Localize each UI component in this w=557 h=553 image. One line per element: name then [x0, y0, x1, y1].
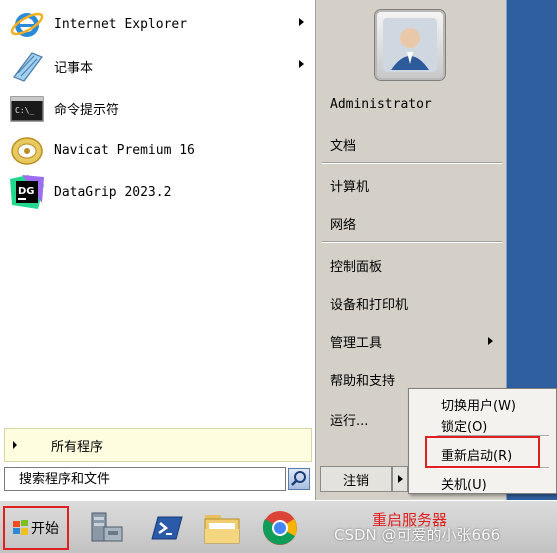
submenu-arrow-icon — [299, 60, 304, 68]
explorer-folder-icon[interactable] — [202, 509, 242, 547]
navicat-icon — [8, 131, 46, 169]
program-navicat[interactable]: Navicat Premium 16 — [8, 130, 308, 170]
lock-item[interactable]: 锁定(O) — [441, 416, 487, 435]
user-avatar[interactable] — [375, 10, 445, 80]
taskbar: 开始 重启服务器 CSDN @可爱的小张666 — [0, 500, 557, 553]
logoff-button[interactable]: 注销 — [320, 466, 392, 492]
programs-pane: Internet Explorer 记事本 C:\_ 命令提示符 Navicat… — [0, 0, 316, 500]
server-manager-icon[interactable] — [86, 509, 126, 547]
search-button[interactable] — [288, 468, 310, 490]
control-panel-link[interactable]: 控制面板 — [330, 256, 382, 275]
program-notepad[interactable]: 记事本 — [8, 46, 308, 86]
switch-user-item[interactable]: 切换用户(W) — [441, 395, 516, 414]
cmd-icon: C:\_ — [8, 89, 46, 127]
documents-link[interactable]: 文档 — [330, 135, 356, 154]
program-cmd[interactable]: C:\_ 命令提示符 — [8, 88, 308, 128]
ie-icon — [8, 5, 46, 43]
shutdown-options-button[interactable] — [392, 466, 408, 492]
program-label: DataGrip 2023.2 — [54, 184, 172, 200]
start-label: 开始 — [31, 521, 59, 537]
search-icon — [291, 471, 306, 486]
svg-text:DG: DG — [18, 186, 35, 197]
admin-tools-link[interactable]: 管理工具 — [330, 332, 382, 351]
start-menu: Internet Explorer 记事本 C:\_ 命令提示符 Navicat… — [0, 0, 557, 500]
divider — [322, 162, 502, 164]
powershell-icon[interactable] — [146, 509, 186, 547]
program-label: 记事本 — [54, 60, 94, 76]
submenu-arrow-icon — [488, 337, 493, 345]
all-programs-button[interactable]: 所有程序 — [4, 428, 312, 462]
search-bar — [4, 466, 312, 492]
start-button[interactable]: 开始 — [3, 506, 69, 550]
network-link[interactable]: 网络 — [330, 214, 356, 233]
restart-highlight-box — [425, 436, 540, 468]
program-internet-explorer[interactable]: Internet Explorer — [8, 4, 308, 44]
computer-link[interactable]: 计算机 — [330, 176, 369, 195]
program-label: Internet Explorer — [54, 16, 188, 32]
watermark: CSDN @可爱的小张666 — [334, 526, 501, 544]
program-datagrip[interactable]: DG DataGrip 2023.2 — [8, 172, 308, 212]
user-avatar-icon — [383, 18, 437, 72]
program-label: 命令提示符 — [54, 102, 120, 118]
divider — [322, 241, 502, 243]
run-link[interactable]: 运行... — [330, 410, 368, 429]
help-support-link[interactable]: 帮助和支持 — [330, 370, 395, 389]
windows-logo-icon — [13, 520, 28, 535]
devices-printers-link[interactable]: 设备和打印机 — [330, 294, 408, 313]
chrome-icon[interactable] — [260, 509, 300, 547]
expand-arrow-icon — [13, 441, 17, 449]
datagrip-icon: DG — [8, 173, 46, 211]
search-input[interactable] — [4, 467, 286, 491]
notepad-icon — [8, 47, 46, 85]
all-programs-label: 所有程序 — [51, 439, 104, 455]
submenu-arrow-icon — [299, 18, 304, 26]
svg-text:C:\_: C:\_ — [15, 106, 34, 115]
program-label: Navicat Premium 16 — [54, 142, 195, 158]
shutdown-item[interactable]: 关机(U) — [441, 474, 487, 493]
user-name-link[interactable]: Administrator — [330, 97, 432, 112]
